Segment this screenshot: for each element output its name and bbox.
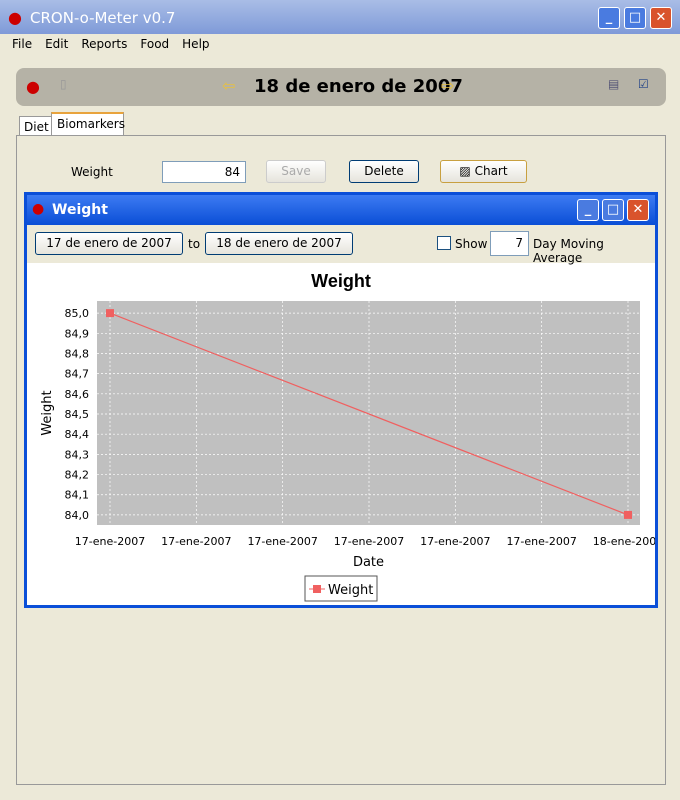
weight-label: Weight	[71, 165, 113, 179]
y-tick-label: 84,6	[65, 388, 90, 401]
y-tick-label: 84,4	[65, 428, 90, 441]
menu-food[interactable]: Food	[140, 37, 169, 51]
menu-help[interactable]: Help	[182, 37, 209, 51]
tab-diet[interactable]: Diet	[19, 116, 52, 136]
close-button[interactable]: ✕	[650, 7, 672, 29]
x-tick-label: 17-ene-2007	[506, 535, 576, 548]
chart-button-label: Chart	[474, 164, 508, 178]
maximize-button[interactable]: □	[624, 7, 646, 29]
to-date-button[interactable]: 18 de enero de 2007	[205, 232, 353, 255]
menu-file[interactable]: File	[12, 37, 32, 51]
text-icon[interactable]: ▯	[60, 77, 67, 91]
x-tick-label: 17-ene-2007	[420, 535, 490, 548]
to-label: to	[188, 237, 201, 251]
app-logo-icon: ●	[8, 8, 22, 27]
copy-icon[interactable]: ▤	[608, 77, 619, 91]
current-date: 18 de enero de 2007	[254, 76, 463, 97]
x-tick-label: 17-ene-2007	[247, 535, 317, 548]
y-tick-label: 84,7	[65, 368, 90, 381]
chart-maximize-button[interactable]: □	[602, 199, 624, 221]
menu-bar: File Edit Reports Food Help	[12, 37, 223, 51]
chart-toolbar: 17 de enero de 2007 to 18 de enero de 20…	[27, 225, 655, 265]
next-day-arrow-icon[interactable]: ⇨	[441, 76, 454, 95]
y-tick-label: 84,3	[65, 448, 90, 461]
chart-title: Weight	[311, 271, 371, 291]
title-bar: ● CRON-o-Meter v0.7 _ □ ✕	[0, 0, 680, 34]
tab-label: Diet	[24, 120, 49, 134]
y-tick-label: 84,5	[65, 408, 90, 421]
weight-chart: Weight 84,0 84,1 84,2 84,3 84,4 84,5 84,6 84,7 84…	[40, 271, 655, 602]
menu-reports[interactable]: Reports	[81, 37, 127, 51]
data-point	[106, 309, 114, 318]
window-title: CRON-o-Meter v0.7	[30, 9, 176, 27]
tab-label: Biomarkers	[57, 117, 125, 131]
y-tick-label: 84,9	[65, 327, 90, 340]
delete-button[interactable]: Delete	[349, 160, 419, 183]
chart-window-title-bar: ● Weight _ □ ✕	[27, 195, 655, 225]
y-tick-label: 84,1	[65, 489, 90, 502]
y-tick-label: 84,8	[65, 347, 90, 360]
moving-average-label: Day Moving Average	[533, 237, 604, 265]
date-nav-bar: ● ▯ ⇦ 18 de enero de 2007 ⇨ ▤ ☑	[16, 68, 666, 106]
x-tick-label: 17-ene-2007	[75, 535, 145, 548]
y-tick-label: 85,0	[65, 307, 90, 320]
checklist-icon[interactable]: ☑	[638, 77, 649, 91]
show-checkbox[interactable]	[437, 236, 451, 250]
x-tick-label: 17-ene-2007	[161, 535, 231, 548]
logo-icon: ●	[26, 77, 40, 96]
legend-label: Weight	[328, 583, 373, 598]
app-logo-icon: ●	[32, 201, 45, 217]
data-point	[624, 510, 632, 519]
from-date-button[interactable]: 17 de enero de 2007	[35, 232, 183, 255]
plot-area	[97, 301, 640, 525]
y-tick-label: 84,0	[65, 509, 90, 522]
tab-biomarkers[interactable]: Biomarkers	[51, 112, 125, 136]
menu-edit[interactable]: Edit	[45, 37, 68, 51]
days-input[interactable]: 7	[490, 231, 529, 256]
x-tick-label: 17-ene-2007	[334, 535, 404, 548]
save-button[interactable]: Save	[266, 160, 326, 183]
x-axis-label: Date	[353, 555, 384, 570]
chart-close-button[interactable]: ✕	[627, 199, 649, 221]
x-tick-label: 18-ene-2007	[593, 535, 655, 548]
y-axis-label: Weight	[40, 390, 55, 435]
legend-marker	[313, 585, 321, 593]
chart-minimize-button[interactable]: _	[577, 199, 599, 221]
minimize-button[interactable]: _	[598, 7, 620, 29]
chart-window: ● Weight _ □ ✕ 17 de enero de 2007 to 18…	[24, 192, 658, 608]
prev-day-arrow-icon[interactable]: ⇦	[222, 76, 235, 95]
y-tick-label: 84,2	[65, 469, 90, 482]
weight-input[interactable]: 84	[162, 161, 246, 183]
chart-window-title: Weight	[52, 202, 108, 218]
chart-button[interactable]: ▨ Chart	[440, 160, 527, 183]
chart-icon: ▨	[459, 164, 475, 178]
show-label: Show	[455, 237, 488, 251]
